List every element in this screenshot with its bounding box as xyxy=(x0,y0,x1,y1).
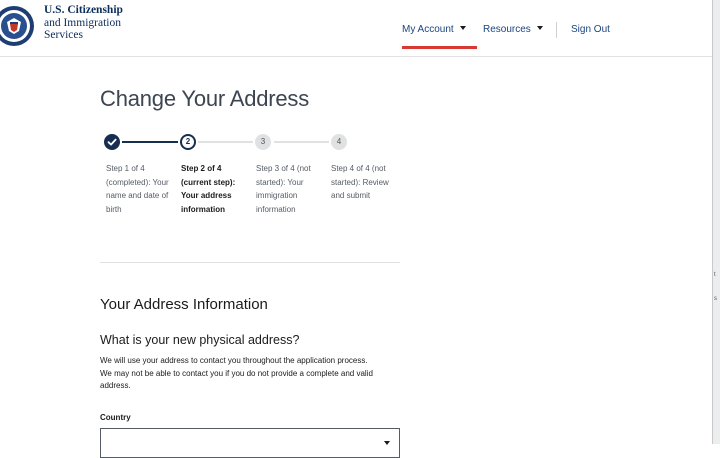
step-connector xyxy=(198,141,253,143)
chevron-down-icon xyxy=(384,441,390,445)
address-question: What is your new physical address? xyxy=(100,333,300,347)
step-4-circle: 4 xyxy=(331,134,347,150)
country-label: Country xyxy=(100,413,131,422)
agency-name-line2: and Immigration xyxy=(44,16,121,29)
nav-sign-out[interactable]: Sign Out xyxy=(571,24,610,35)
nav-resources[interactable]: Resources xyxy=(483,24,543,35)
edge-mark: s xyxy=(714,296,717,302)
step-1-checkmark-icon xyxy=(104,134,120,150)
step-2-label: Step 2 of 4 (current step): Your address… xyxy=(181,164,236,214)
step-3-label: Step 3 of 4 (not started): Your immigrat… xyxy=(256,164,311,214)
step-2-circle: 2 xyxy=(180,134,196,150)
step-connector xyxy=(274,141,329,143)
site-header: U.S. Citizenship and Immigration Service… xyxy=(0,0,712,57)
step-1-label: Step 1 of 4 (completed): Your name and d… xyxy=(106,164,169,214)
caret-down-icon xyxy=(459,26,466,31)
step-indicator: 2 3 4 Step 1 of 4 (completed): Your name… xyxy=(104,134,404,234)
section-title: Your Address Information xyxy=(100,296,268,313)
nav-my-account-label: My Account xyxy=(402,24,454,35)
caret-down-icon xyxy=(536,26,543,31)
step-4-label: Step 4 of 4 (not started): Review and su… xyxy=(331,164,389,200)
edge-mark: t xyxy=(714,272,716,278)
agency-name-line1: U.S. Citizenship xyxy=(44,4,123,16)
section-divider xyxy=(100,262,400,263)
checkmark-icon xyxy=(107,138,117,146)
nav-resources-label: Resources xyxy=(483,24,531,35)
country-select[interactable] xyxy=(100,428,400,458)
page-title: Change Your Address xyxy=(100,86,310,111)
address-help-text: We will use your address to contact you … xyxy=(100,356,373,390)
dhs-seal-icon[interactable] xyxy=(0,4,40,48)
agency-name[interactable]: U.S. Citizenship and Immigration Service… xyxy=(44,4,123,42)
nav-active-indicator xyxy=(402,46,477,49)
scrollbar-edge[interactable] xyxy=(712,0,720,444)
nav-divider xyxy=(556,22,557,38)
agency-name-line3: Services xyxy=(44,29,83,41)
step-connector xyxy=(122,141,178,143)
step-3-circle: 3 xyxy=(255,134,271,150)
nav-my-account[interactable]: My Account xyxy=(402,24,466,35)
